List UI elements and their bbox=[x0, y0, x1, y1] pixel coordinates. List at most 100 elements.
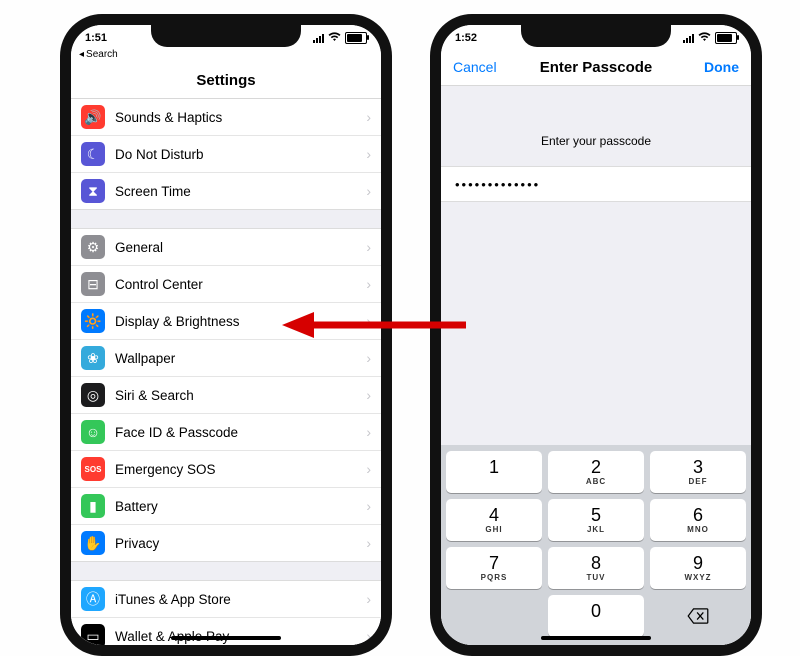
settings-list: 🔊Sounds & Haptics›☾Do Not Disturb›⧗Scree… bbox=[71, 99, 381, 645]
settings-group: ⚙General›⊟Control Center›🔆Display & Brig… bbox=[71, 228, 381, 562]
settings-row-label: Face ID & Passcode bbox=[115, 425, 366, 440]
settings-row-sounds[interactable]: 🔊Sounds & Haptics› bbox=[71, 99, 381, 136]
keypad-key-7[interactable]: 7PQRS bbox=[446, 547, 542, 589]
keypad-key-0[interactable]: 0 bbox=[548, 595, 644, 637]
back-to-search[interactable]: ◂ Search bbox=[71, 49, 381, 62]
numeric-keypad: 1 2ABC3DEF4GHI5JKL6MNO7PQRS8TUV9WXYZ0 bbox=[441, 445, 751, 645]
battery-icon bbox=[345, 32, 367, 44]
home-indicator[interactable] bbox=[171, 636, 281, 640]
navbar: Settings bbox=[71, 62, 381, 99]
settings-row-itunes[interactable]: ⒶiTunes & App Store› bbox=[71, 581, 381, 618]
wifi-icon bbox=[328, 32, 341, 45]
settings-row-dnd[interactable]: ☾ Do Not Disturb› bbox=[71, 136, 381, 173]
keypad-digit: 9 bbox=[693, 554, 703, 572]
siri-icon: ◎ bbox=[81, 383, 105, 407]
privacy-icon: ✋ bbox=[81, 531, 105, 555]
battery-icon: ▮ bbox=[81, 494, 105, 518]
navbar: Cancel Enter Passcode Done bbox=[441, 49, 751, 86]
keypad-key-1[interactable]: 1 bbox=[446, 451, 542, 493]
keypad-key-3[interactable]: 3DEF bbox=[650, 451, 746, 493]
keypad-digit: 3 bbox=[693, 458, 703, 476]
general-icon: ⚙ bbox=[81, 235, 105, 259]
chevron-right-icon: › bbox=[366, 498, 371, 514]
signal-icon bbox=[683, 34, 694, 43]
chevron-right-icon: › bbox=[366, 276, 371, 292]
keypad-letters: GHI bbox=[485, 525, 502, 534]
display-icon: 🔆 bbox=[81, 309, 105, 333]
keypad-letters: ABC bbox=[586, 477, 606, 486]
chevron-right-icon: › bbox=[366, 183, 371, 199]
settings-row-label: Siri & Search bbox=[115, 388, 366, 403]
settings-row-label: Wallpaper bbox=[115, 351, 366, 366]
chevron-right-icon: › bbox=[366, 350, 371, 366]
done-button[interactable]: Done bbox=[692, 49, 751, 85]
wifi-icon bbox=[698, 32, 711, 45]
settings-row-faceid[interactable]: ☺ Face ID & Passcode› bbox=[71, 414, 381, 451]
settings-row-label: General bbox=[115, 240, 366, 255]
chevron-right-icon: › bbox=[366, 628, 371, 644]
settings-row-general[interactable]: ⚙ General› bbox=[71, 229, 381, 266]
chevron-right-icon: › bbox=[366, 424, 371, 440]
keypad-letters: MNO bbox=[687, 525, 709, 534]
settings-row-privacy[interactable]: ✋ Privacy› bbox=[71, 525, 381, 561]
battery-icon bbox=[715, 32, 737, 44]
keypad-letters: PQRS bbox=[481, 573, 508, 582]
keypad-key-5[interactable]: 5JKL bbox=[548, 499, 644, 541]
page-title: Settings bbox=[196, 72, 255, 89]
signal-icon bbox=[313, 34, 324, 43]
settings-row-label: Emergency SOS bbox=[115, 462, 366, 477]
keypad-delete[interactable] bbox=[650, 595, 746, 637]
back-label: Search bbox=[86, 49, 118, 60]
screentime-icon: ⧗ bbox=[81, 179, 105, 203]
settings-row-controlcenter[interactable]: ⊟Control Center› bbox=[71, 266, 381, 303]
keypad-letters: JKL bbox=[587, 525, 605, 534]
keypad-digit: 0 bbox=[591, 602, 601, 620]
settings-row-battery[interactable]: ▮Battery› bbox=[71, 488, 381, 525]
home-indicator[interactable] bbox=[541, 636, 651, 640]
settings-row-wallet[interactable]: ▭Wallet & Apple Pay› bbox=[71, 618, 381, 645]
settings-row-siri[interactable]: ◎ Siri & Search› bbox=[71, 377, 381, 414]
notch bbox=[521, 23, 671, 47]
status-time: 1:51 bbox=[85, 33, 107, 44]
page-title: Enter Passcode bbox=[540, 59, 653, 76]
settings-row-wallpaper[interactable]: ❀Wallpaper› bbox=[71, 340, 381, 377]
keypad-key-9[interactable]: 9WXYZ bbox=[650, 547, 746, 589]
keypad-key-2[interactable]: 2ABC bbox=[548, 451, 644, 493]
chevron-right-icon: › bbox=[366, 239, 371, 255]
annotation-arrow bbox=[280, 310, 470, 340]
settings-row-screentime[interactable]: ⧗Screen Time› bbox=[71, 173, 381, 209]
sos-icon: SOS bbox=[81, 457, 105, 481]
keypad-digit: 8 bbox=[591, 554, 601, 572]
dnd-icon: ☾ bbox=[81, 142, 105, 166]
chevron-left-icon: ◂ bbox=[79, 49, 84, 60]
chevron-right-icon: › bbox=[366, 109, 371, 125]
keypad-digit: 1 bbox=[489, 458, 499, 476]
keypad-digit: 4 bbox=[489, 506, 499, 524]
faceid-icon: ☺ bbox=[81, 420, 105, 444]
chevron-right-icon: › bbox=[366, 387, 371, 403]
wallet-icon: ▭ bbox=[81, 624, 105, 645]
cancel-button[interactable]: Cancel bbox=[441, 49, 509, 85]
settings-row-label: iTunes & App Store bbox=[115, 592, 366, 607]
chevron-right-icon: › bbox=[366, 146, 371, 162]
settings-row-label: Privacy bbox=[115, 536, 366, 551]
keypad-letters: WXYZ bbox=[684, 573, 711, 582]
keypad-letters: TUV bbox=[587, 573, 606, 582]
keypad-digit: 2 bbox=[591, 458, 601, 476]
keypad-letters: DEF bbox=[689, 477, 708, 486]
controlcenter-icon: ⊟ bbox=[81, 272, 105, 296]
settings-group: 🔊Sounds & Haptics›☾Do Not Disturb›⧗Scree… bbox=[71, 99, 381, 210]
chevron-right-icon: › bbox=[366, 535, 371, 551]
passcode-prompt: Enter your passcode bbox=[441, 86, 751, 166]
settings-row-sos[interactable]: SOS Emergency SOS› bbox=[71, 451, 381, 488]
sounds-icon: 🔊 bbox=[81, 105, 105, 129]
keypad-key-6[interactable]: 6MNO bbox=[650, 499, 746, 541]
chevron-right-icon: › bbox=[366, 461, 371, 477]
keypad-key-4[interactable]: 4GHI bbox=[446, 499, 542, 541]
keypad-key-8[interactable]: 8TUV bbox=[548, 547, 644, 589]
notch bbox=[151, 23, 301, 47]
keypad-digit: 6 bbox=[693, 506, 703, 524]
settings-row-label: Do Not Disturb bbox=[115, 147, 366, 162]
passcode-input[interactable]: ••••••••••••• bbox=[441, 166, 751, 202]
status-time: 1:52 bbox=[455, 33, 477, 44]
